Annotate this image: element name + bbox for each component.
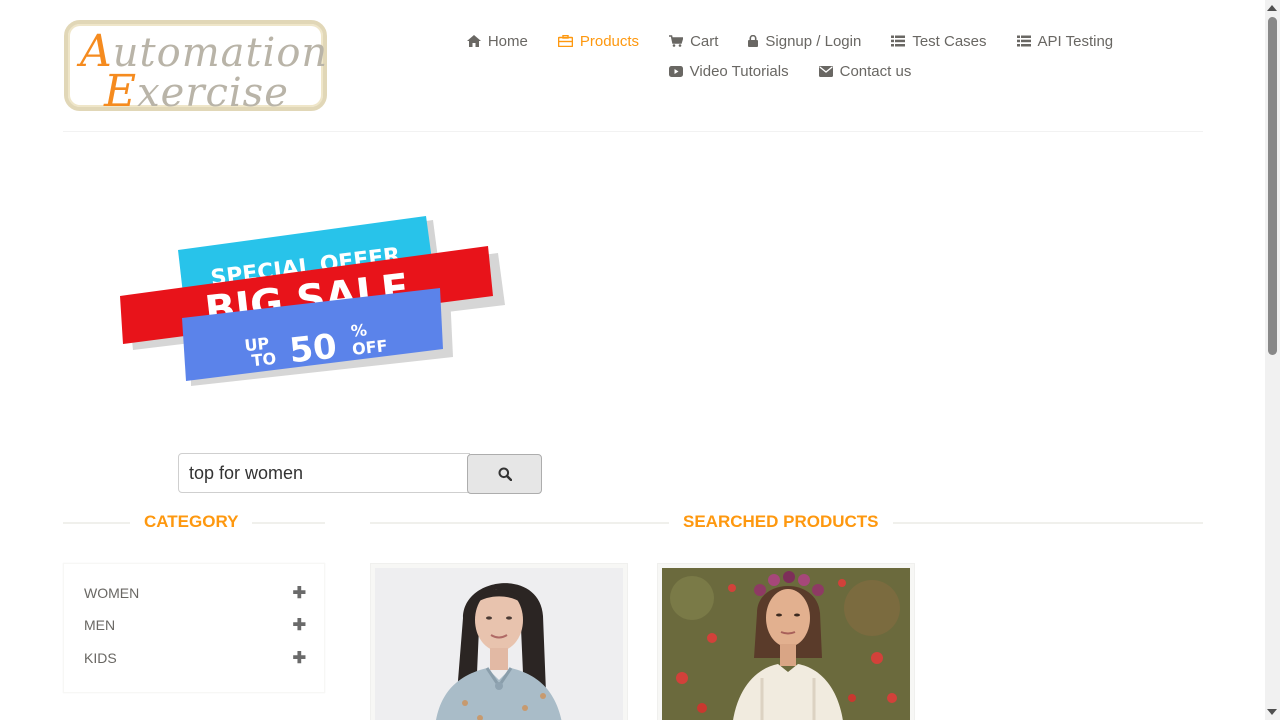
scroll-down-arrow-icon[interactable] <box>1267 709 1277 715</box>
nav-contact-us[interactable]: Contact us <box>818 62 912 80</box>
briefcase-icon <box>557 35 573 47</box>
nav-test-cases-label: Test Cases <box>912 32 987 50</box>
banner-off: OFF <box>351 336 388 359</box>
category-panel: Women ✚ Men ✚ Kids ✚ <box>63 563 325 693</box>
main-nav: Home Products Cart Signup / Login Test C… <box>460 26 1120 86</box>
plus-icon[interactable]: ✚ <box>293 615 306 635</box>
plus-icon[interactable]: ✚ <box>293 583 306 603</box>
logo-line-2: Exercise <box>104 66 289 117</box>
scroll-up-arrow-icon[interactable] <box>1267 5 1277 11</box>
category-women-label: Women <box>84 585 140 601</box>
nav-test-cases[interactable]: Test Cases <box>891 32 987 50</box>
sale-banner: SPECIAL OFFER BIG SALE UP TO 50 % OFF <box>120 216 505 386</box>
category-title: Category <box>130 512 253 532</box>
category-men[interactable]: Men ✚ <box>84 613 306 637</box>
nav-row-2: Video Tutorials Contact us <box>460 56 1120 86</box>
nav-video-tutorials-label: Video Tutorials <box>689 62 789 80</box>
home-icon <box>466 35 481 47</box>
nav-products-label: Products <box>579 32 640 50</box>
youtube-icon <box>668 65 683 77</box>
category-kids[interactable]: Kids ✚ <box>84 646 306 670</box>
category-kids-label: Kids <box>84 650 117 666</box>
search-input[interactable] <box>178 453 470 493</box>
scroll-thumb[interactable] <box>1268 17 1277 355</box>
nav-cart-label: Cart <box>690 32 719 50</box>
product-card[interactable] <box>657 563 915 720</box>
nav-products[interactable]: Products <box>557 32 640 50</box>
banner-percent: 50 <box>287 327 338 372</box>
category-women[interactable]: Women ✚ <box>84 581 306 605</box>
envelope-icon <box>818 65 833 77</box>
product-image <box>375 568 623 720</box>
product-card[interactable] <box>370 563 628 720</box>
page-scrollbar[interactable] <box>1265 0 1280 720</box>
nav-video-tutorials[interactable]: Video Tutorials <box>668 62 789 80</box>
list-icon <box>1016 35 1031 47</box>
nav-signup-login-label: Signup / Login <box>765 32 862 50</box>
search-button[interactable] <box>467 454 542 494</box>
nav-contact-us-label: Contact us <box>839 62 912 80</box>
site-logo[interactable]: Automation Exercise <box>64 20 327 117</box>
plus-icon[interactable]: ✚ <box>293 648 306 668</box>
nav-cart[interactable]: Cart <box>669 33 718 50</box>
searched-products-title: Searched Products <box>669 512 893 532</box>
nav-home-label: Home <box>487 32 528 50</box>
cart-icon <box>669 35 684 47</box>
lock-icon <box>748 35 759 47</box>
header-divider <box>63 131 1203 132</box>
product-image <box>662 568 910 720</box>
search-icon <box>498 467 512 481</box>
nav-home[interactable]: Home <box>466 32 528 50</box>
category-men-label: Men <box>84 617 116 633</box>
nav-row-1: Home Products Cart Signup / Login Test C… <box>460 26 1120 56</box>
banner-to: TO <box>251 349 277 370</box>
nav-signup-login[interactable]: Signup / Login <box>748 33 861 50</box>
nav-api-testing-label: API Testing <box>1037 32 1114 50</box>
list-icon <box>891 35 906 47</box>
nav-api-testing[interactable]: API Testing <box>1016 32 1114 50</box>
